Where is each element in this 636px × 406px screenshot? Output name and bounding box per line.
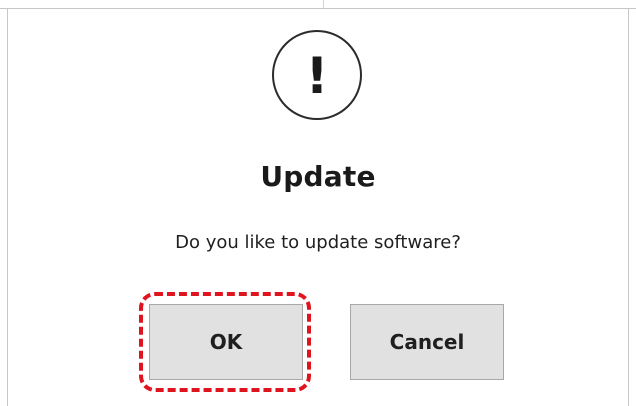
screen: ! Update Do you like to update software?… <box>0 0 636 406</box>
frame-border-right <box>628 8 629 406</box>
frame-divider-top <box>323 0 324 8</box>
exclamation-icon: ! <box>272 30 362 120</box>
dialog-title: Update <box>260 160 376 193</box>
dialog-message: Do you like to update software? <box>175 232 461 253</box>
exclamation-glyph: ! <box>305 47 329 105</box>
ok-button[interactable]: OK <box>149 304 303 380</box>
cancel-button[interactable]: Cancel <box>350 304 504 380</box>
